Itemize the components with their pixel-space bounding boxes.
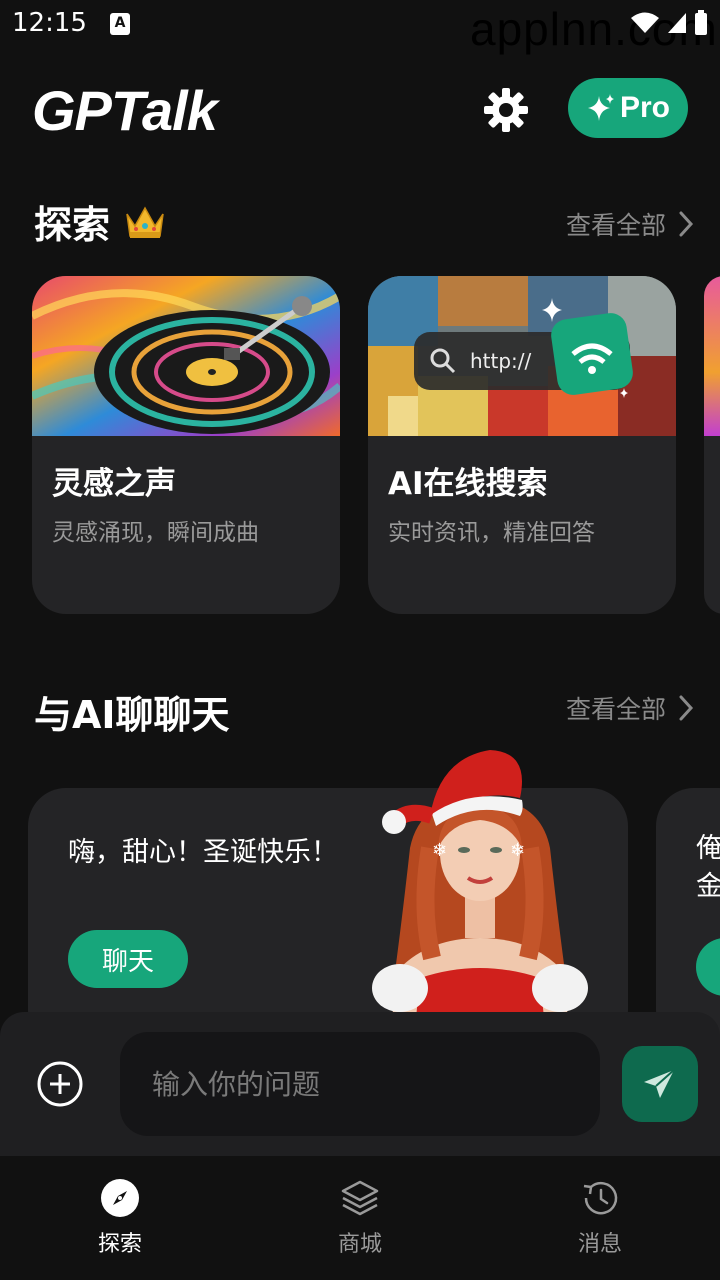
card-subtitle: 实时资讯，精准回答 bbox=[388, 520, 595, 546]
chat-view-all[interactable]: 查看全部 bbox=[566, 690, 694, 726]
search-text: http:// bbox=[470, 349, 532, 373]
nav-item-store[interactable]: 商城 bbox=[300, 1178, 420, 1268]
peek-image bbox=[704, 276, 720, 436]
explore-card-ai-search[interactable]: http:// AI在线搜索 实时资讯，精准回答 bbox=[368, 276, 676, 614]
nav-label: 商城 bbox=[337, 1232, 382, 1257]
chevron-right-icon bbox=[679, 695, 694, 721]
explore-view-all-label: 查看全部 bbox=[565, 211, 666, 240]
a-icon: A bbox=[110, 13, 130, 35]
svg-text:❄: ❄ bbox=[510, 840, 525, 861]
chat-view-all-label: 查看全部 bbox=[565, 695, 666, 724]
signal-icon bbox=[668, 13, 686, 33]
chevron-right-icon bbox=[679, 211, 694, 237]
card-title: 灵感之声 bbox=[52, 466, 176, 502]
compass-icon bbox=[101, 1179, 139, 1217]
peek-greeting: 俺金 bbox=[696, 833, 720, 902]
send-button[interactable] bbox=[622, 1046, 698, 1122]
search-abstract-image: http:// bbox=[368, 276, 676, 436]
card-title: AI在线搜索 bbox=[388, 466, 548, 502]
settings-button[interactable] bbox=[482, 86, 530, 134]
nav-label: 探索 bbox=[97, 1232, 142, 1257]
send-icon bbox=[644, 1069, 675, 1098]
bottom-nav: 探索 商城 消息 bbox=[0, 1156, 720, 1280]
nav-item-messages[interactable]: 消息 bbox=[540, 1178, 660, 1268]
input-bar bbox=[0, 1012, 720, 1156]
crown-icon bbox=[126, 206, 164, 238]
status-time: 12:15 bbox=[12, 8, 87, 38]
nav-label: 消息 bbox=[577, 1232, 622, 1257]
battery-icon bbox=[695, 10, 707, 35]
explore-title: 探索 bbox=[34, 203, 111, 247]
nav-item-explore[interactable]: 探索 bbox=[60, 1178, 180, 1268]
plus-circle-icon bbox=[37, 1061, 83, 1107]
sparkle-icon bbox=[587, 94, 614, 121]
explore-card-peek[interactable] bbox=[704, 276, 720, 614]
question-input[interactable] bbox=[120, 1032, 600, 1136]
layers-icon bbox=[341, 1180, 379, 1216]
pro-button[interactable]: Pro bbox=[568, 78, 688, 138]
status-icons bbox=[630, 10, 708, 36]
wifi-icon bbox=[631, 12, 659, 33]
explore-section-header: 探索 bbox=[34, 194, 167, 249]
vinyl-record-image bbox=[32, 276, 340, 436]
peek-chat-button[interactable] bbox=[696, 938, 720, 996]
add-button[interactable] bbox=[36, 1060, 84, 1108]
gear-icon bbox=[484, 88, 528, 132]
explore-card-inspiration[interactable]: 灵感之声 灵感涌现，瞬间成曲 bbox=[32, 276, 340, 614]
explore-view-all[interactable]: 查看全部 bbox=[566, 206, 694, 242]
card-subtitle: 灵感涌现，瞬间成曲 bbox=[52, 520, 259, 546]
app-logo: GPTalk bbox=[32, 79, 218, 142]
chat-greeting: 嗨，甜心！圣诞快乐！ bbox=[68, 837, 338, 868]
chat-button[interactable]: 聊天 bbox=[68, 930, 188, 988]
svg-text:❄: ❄ bbox=[432, 840, 447, 861]
status-bar: 12:15 A applnn.com bbox=[0, 0, 720, 55]
chat-title: 与AI聊聊天 bbox=[34, 693, 230, 737]
history-icon bbox=[583, 1182, 618, 1215]
pro-label: Pro bbox=[619, 91, 670, 124]
chat-card-peek[interactable]: 俺金 bbox=[656, 788, 720, 1048]
character-avatar: ❄ ❄ bbox=[372, 750, 588, 1028]
